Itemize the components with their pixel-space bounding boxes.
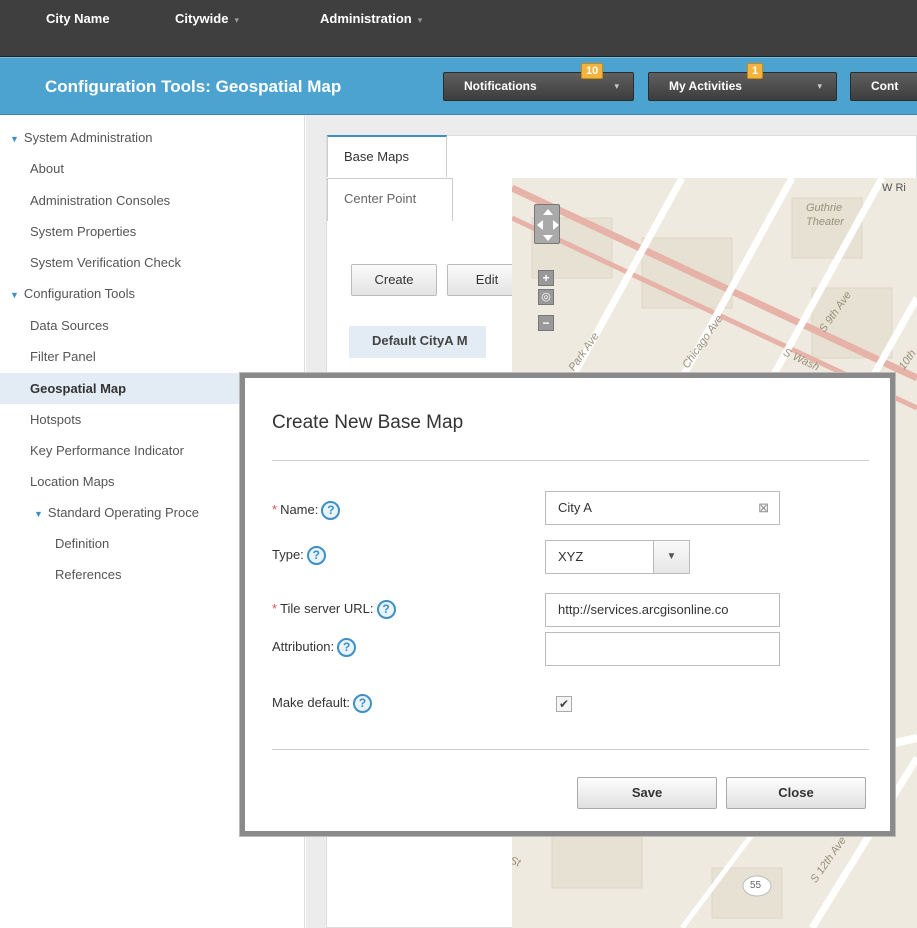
sidebar-item-system-verification-check[interactable]: System Verification Check (0, 247, 305, 278)
sidebar-item-configuration-tools[interactable]: ▼ Configuration Tools (0, 278, 305, 309)
dialog-title: Create New Base Map (272, 412, 464, 433)
notifications-button[interactable]: Notifications 10 ▾ (443, 63, 634, 101)
notifications-count-badge: 10 (581, 63, 604, 79)
zoom-out-button[interactable]: − (538, 315, 554, 331)
caret-down-icon: ▼ (10, 134, 19, 144)
chevron-down-icon[interactable]: ▼ (653, 541, 689, 573)
chevron-down-icon: ▾ (234, 15, 239, 25)
my-activities-button[interactable]: My Activities 1 ▾ (648, 63, 837, 101)
clear-icon[interactable]: ⊠ (758, 492, 769, 524)
create-button[interactable]: Create (351, 264, 437, 296)
create-base-map-dialog: Create New Base Map * Name:? City A ⊠ Typ… (240, 373, 895, 836)
top-nav-bar: City Name Citywide ▾ Administration ▾ (0, 0, 917, 57)
required-marker: * (272, 600, 278, 616)
type-label: Type:? (272, 546, 326, 565)
tab-center-point[interactable]: Center Point (327, 178, 453, 221)
map-label-theater: Theater (806, 216, 844, 228)
sidebar-item-data-sources[interactable]: Data Sources (0, 310, 305, 341)
chevron-down-icon: ▾ (614, 81, 619, 91)
required-marker: * (272, 501, 278, 517)
list-item-default-base-map[interactable]: Default CityA M (349, 326, 486, 358)
caret-down-icon: ▼ (10, 290, 19, 300)
citywide-menu[interactable]: Citywide ▾ (175, 11, 239, 26)
close-button[interactable]: Close (726, 777, 866, 809)
tile-server-url-field[interactable]: http://services.arcgisonline.co (545, 593, 780, 627)
attribution-label: Attribution:? (272, 638, 357, 657)
divider (272, 460, 869, 461)
activities-count-badge: 1 (747, 63, 764, 79)
help-icon[interactable]: ? (337, 638, 357, 657)
sidebar-item-about[interactable]: About (0, 153, 305, 184)
sidebar-item-administration-consoles[interactable]: Administration Consoles (0, 185, 305, 216)
divider (272, 749, 869, 750)
tab-base-maps[interactable]: Base Maps (327, 135, 447, 177)
map-route-badge: 55 (750, 880, 762, 891)
chevron-down-icon: ▾ (817, 81, 822, 91)
pan-control[interactable] (534, 204, 560, 244)
map-label-guthrie: Guthrie (806, 202, 843, 214)
help-icon[interactable]: ? (321, 501, 341, 520)
checkmark-icon: ✔ (558, 697, 570, 711)
city-name-link[interactable]: City Name (46, 11, 110, 26)
help-icon[interactable]: ? (353, 694, 373, 713)
sidebar-item-system-properties[interactable]: System Properties (0, 216, 305, 247)
name-field[interactable]: City A ⊠ (545, 491, 780, 525)
chevron-down-icon: ▾ (417, 15, 423, 25)
save-button[interactable]: Save (577, 777, 717, 809)
cont-button[interactable]: Cont (850, 72, 917, 101)
make-default-checkbox[interactable]: ✔ (556, 696, 572, 712)
zoom-in-button[interactable]: + (538, 270, 554, 286)
sidebar-item-filter-panel[interactable]: Filter Panel (0, 341, 305, 372)
help-icon[interactable]: ? (376, 600, 396, 619)
pan-arrows-icon (537, 209, 559, 241)
attribution-field[interactable] (545, 632, 780, 666)
page-header: Configuration Tools: Geospatial Map Noti… (0, 57, 917, 115)
tile-server-url-label: * Tile server URL:? (272, 600, 396, 619)
make-default-label: Make default:? (272, 694, 373, 713)
type-select[interactable]: XYZ ▼ (545, 540, 690, 574)
name-label: * Name:? (272, 501, 341, 520)
sidebar-item-system-administration[interactable]: ▼ System Administration (0, 122, 305, 153)
administration-menu[interactable]: Administration ▾ (320, 11, 422, 26)
page-title: Configuration Tools: Geospatial Map (45, 77, 342, 96)
help-icon[interactable]: ? (306, 546, 326, 565)
globe-icon[interactable]: ◎ (538, 289, 554, 305)
map-label-wri: W Ri (882, 182, 906, 194)
caret-down-icon: ▼ (34, 509, 43, 519)
